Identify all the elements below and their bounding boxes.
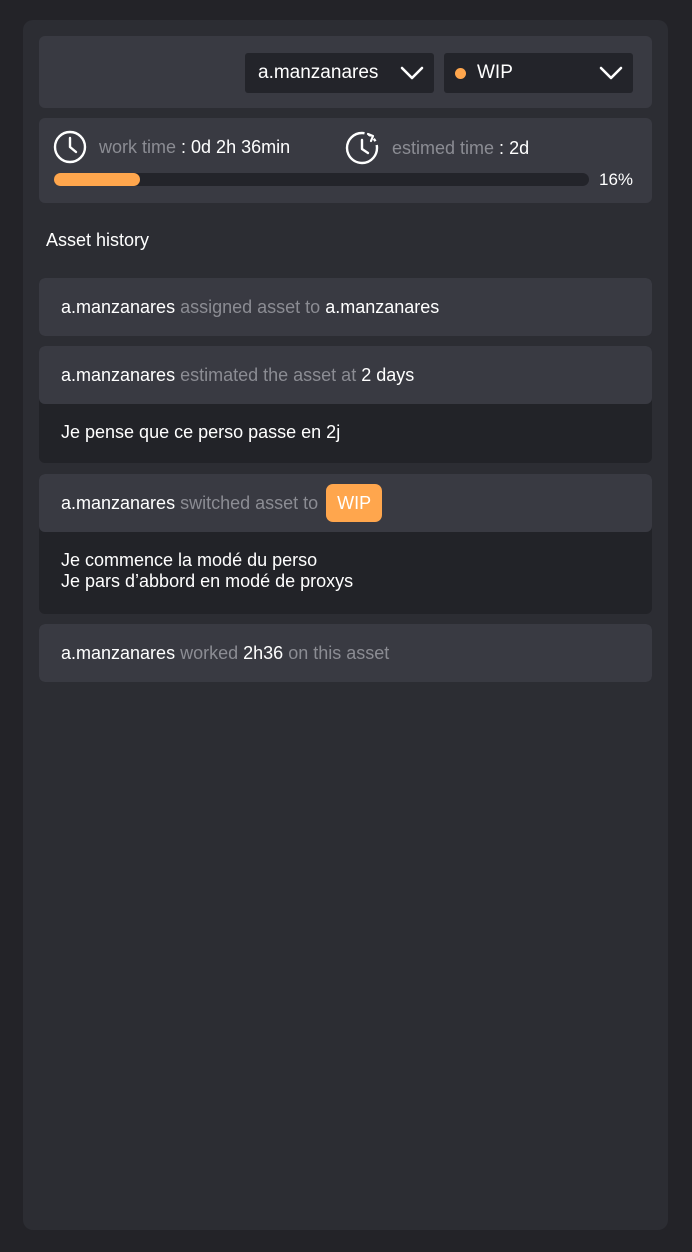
history-item-header: a.manzanares switched asset to WIP [39,474,652,532]
asset-toolbar: a.manzanares WIP [39,36,652,108]
history-item-header: a.manzanares worked 2h36 on this asset [39,624,652,682]
history-action: worked [180,642,239,663]
history-comment-line: Je commence la modé du perso [61,550,318,570]
history-item: a.manzanares estimated the asset at 2 da… [39,346,652,463]
history-target: 2h36 [243,642,284,663]
status-value: WIP [477,62,513,83]
chevron-down-icon [400,66,424,80]
status-badge: WIP [326,484,383,522]
history-comment-line: Je pense que ce perso passe en 2j [61,422,341,442]
asset-panel: a.manzanares WIP work time : 0d 2h 36min [23,20,668,1230]
estimated-time-value: 2d [509,137,530,158]
history-item-header: a.manzanares estimated the asset at 2 da… [39,346,652,404]
work-time-label: work time [99,136,177,157]
history-comment: Je commence la modé du perso Je pars d’a… [39,532,652,592]
history-comment-line: Je pars d’abbord en modé de proxys [61,571,354,591]
progress-percent: 16% [599,170,634,189]
status-select[interactable]: WIP [444,53,633,93]
status-dot [455,67,466,79]
work-time: work time : 0d 2h 36min [53,130,290,164]
history-action: switched asset to [180,492,319,513]
history-user: a.manzanares [61,642,176,663]
history-item: a.manzanares assigned asset to a.manzana… [39,278,652,336]
estimated-time-label: estimed time [392,137,495,158]
history-item-header: a.manzanares assigned asset to a.manzana… [39,278,652,336]
work-time-separator: : [176,136,192,157]
history-user: a.manzanares [61,492,176,513]
history-item: a.manzanares worked 2h36 on this asset [39,624,652,682]
estimated-time: estimed time : 2d [344,130,529,166]
history-target: 2 days [361,364,415,385]
clock-icon [53,130,87,164]
history-user: a.manzanares [61,296,176,317]
assignee-select[interactable]: a.manzanares [245,53,434,93]
history-comment: Je pense que ce perso passe en 2j [39,404,652,443]
history-user: a.manzanares [61,364,176,385]
history-target: a.manzanares [325,296,440,317]
progress-bar [54,173,589,186]
history-action: assigned asset to [180,296,321,317]
history-action: estimated the asset at [180,364,357,385]
time-tracking-card: work time : 0d 2h 36min estimed time : 2… [39,118,652,203]
history-suffix: on this asset [288,642,390,663]
estimate-clock-icon [345,131,379,165]
estimated-time-separator: : [494,137,510,158]
assignee-value: a.manzanares [258,62,379,83]
chevron-down-icon [599,66,623,80]
work-time-value: 0d 2h 36min [191,136,291,157]
progress-bar-fill [54,173,140,186]
history-item: a.manzanares switched asset to WIP Je co… [39,474,652,614]
history-title: Asset history [46,230,150,250]
